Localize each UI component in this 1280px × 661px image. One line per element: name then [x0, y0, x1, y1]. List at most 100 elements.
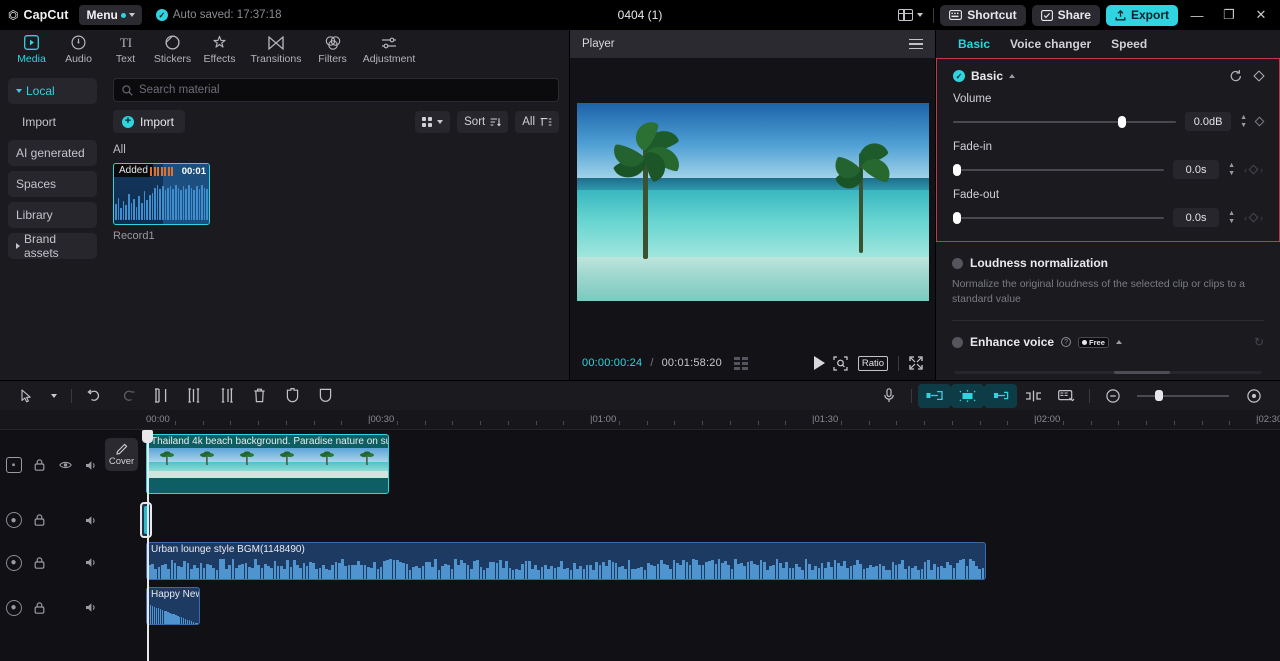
tab-text[interactable]: TI Text: [102, 30, 149, 65]
tab-basic[interactable]: Basic: [958, 37, 990, 51]
cover-button[interactable]: Cover: [105, 438, 138, 471]
track-lane[interactable]: Happy New: [105, 585, 1280, 630]
volume-value[interactable]: 0.0dB: [1185, 112, 1232, 131]
track-lane[interactable]: Cover Thailand 4k beach background. Para…: [105, 430, 1280, 500]
tab-voice-changer[interactable]: Voice changer: [1010, 37, 1091, 51]
frames-icon[interactable]: [733, 356, 748, 370]
mirror-button[interactable]: [309, 384, 342, 408]
fade-out-stepper[interactable]: ▲ ▼: [1228, 210, 1235, 225]
tab-stickers[interactable]: Stickers: [149, 30, 196, 65]
share-button[interactable]: Share: [1031, 4, 1100, 26]
chevron-up-icon[interactable]: [1115, 340, 1122, 345]
sidebar-item-import[interactable]: Import: [8, 109, 97, 135]
fade-in-stepper[interactable]: ▲ ▼: [1228, 162, 1235, 177]
sort-button[interactable]: Sort: [457, 110, 509, 133]
slider-knob[interactable]: [953, 163, 961, 176]
volume-slider[interactable]: [953, 115, 1177, 128]
player-menu-icon[interactable]: [909, 38, 923, 50]
close-button[interactable]: ✕: [1248, 2, 1274, 28]
snap-left-button[interactable]: [918, 383, 951, 408]
inspector-scrollbar[interactable]: [954, 371, 1262, 374]
fade-in-keyframe[interactable]: ‹ ›: [1244, 165, 1263, 175]
maximize-button[interactable]: ❐: [1216, 2, 1242, 28]
search-input[interactable]: Search material: [113, 78, 559, 102]
timeline-ruler[interactable]: 00:00 |00:30 |01:00 |01:30 |02:00 |02:30: [0, 410, 1280, 430]
import-button[interactable]: + Import: [113, 110, 186, 133]
timeline-zoom-slider[interactable]: [1137, 390, 1229, 402]
sidebar-item-library[interactable]: Library: [8, 202, 97, 228]
track-lane[interactable]: Urban lounge style BGM(1148490): [105, 540, 1280, 585]
zoom-out-button[interactable]: [1096, 384, 1129, 408]
media-item[interactable]: Added 00:01 Record1: [113, 163, 210, 242]
mute-icon[interactable]: [84, 457, 100, 473]
filter-button[interactable]: All: [515, 110, 559, 133]
redo-button[interactable]: [111, 384, 144, 408]
lock-icon[interactable]: [32, 600, 48, 616]
enhance-voice-toggle-checkbox[interactable]: [952, 336, 963, 348]
split-marker-button[interactable]: [1017, 384, 1050, 408]
select-dropdown[interactable]: [43, 384, 65, 408]
enhance-reset-icon[interactable]: ↻: [1254, 335, 1264, 349]
keyframe-panel-button[interactable]: [1050, 384, 1083, 408]
fullscreen-icon[interactable]: [909, 356, 923, 370]
loudness-toggle-checkbox[interactable]: [952, 257, 963, 269]
chevron-up-icon[interactable]: [1009, 74, 1016, 78]
zoom-fit-button[interactable]: [1237, 384, 1270, 408]
sidebar-item-brand-assets[interactable]: Brand assets: [8, 232, 97, 260]
tab-speed[interactable]: Speed: [1111, 37, 1147, 51]
select-tool[interactable]: [10, 384, 43, 408]
sidebar-item-local[interactable]: Local: [8, 78, 97, 104]
record-button[interactable]: [872, 384, 905, 408]
playhead[interactable]: [142, 430, 153, 661]
mute-icon[interactable]: [84, 555, 100, 571]
slider-knob[interactable]: [1118, 115, 1127, 128]
eye-icon[interactable]: [58, 457, 74, 473]
view-mode-button[interactable]: [415, 110, 451, 133]
audio-clip[interactable]: Happy New: [146, 587, 200, 625]
undo-button[interactable]: [78, 384, 111, 408]
track-lane[interactable]: [105, 500, 1280, 540]
trim-left-button[interactable]: [177, 384, 210, 408]
tab-adjustment[interactable]: Adjustment: [356, 30, 422, 65]
slider-knob[interactable]: [1155, 390, 1163, 401]
basic-toggle-checkbox[interactable]: ✓: [953, 70, 965, 82]
volume-keyframe[interactable]: [1254, 116, 1265, 127]
fade-out-keyframe[interactable]: ‹ ›: [1244, 213, 1263, 223]
video-clip[interactable]: Thailand 4k beach background. Paradise n…: [146, 434, 389, 494]
ratio-button[interactable]: Ratio: [857, 355, 889, 371]
minimize-button[interactable]: —: [1184, 2, 1210, 28]
scrollbar-thumb[interactable]: [1114, 371, 1170, 374]
sidebar-item-spaces[interactable]: Spaces: [8, 171, 97, 197]
delete-button[interactable]: [243, 384, 276, 408]
auto-snap-button[interactable]: [951, 383, 984, 408]
freeze-button[interactable]: [276, 384, 309, 408]
video-preview[interactable]: [576, 103, 929, 301]
fade-in-value[interactable]: 0.0s: [1173, 160, 1220, 179]
reset-icon[interactable]: [1229, 69, 1243, 83]
menu-button[interactable]: Menu: [78, 5, 142, 25]
mute-icon[interactable]: [84, 600, 100, 616]
tab-transitions[interactable]: Transitions: [243, 30, 309, 65]
fade-out-value[interactable]: 0.0s: [1173, 208, 1220, 227]
layout-button[interactable]: [894, 7, 927, 23]
media-thumbnail[interactable]: Added 00:01: [113, 163, 210, 225]
slider-knob[interactable]: [953, 211, 961, 224]
snap-right-button[interactable]: [984, 383, 1017, 408]
volume-stepper[interactable]: ▲ ▼: [1240, 114, 1247, 129]
help-icon[interactable]: ?: [1061, 337, 1072, 348]
sidebar-item-ai-generated[interactable]: AI generated: [8, 140, 97, 166]
lock-icon[interactable]: [32, 555, 48, 571]
tab-filters[interactable]: Filters: [309, 30, 356, 65]
fade-in-slider[interactable]: [953, 163, 1165, 176]
mute-icon[interactable]: [84, 512, 100, 528]
audio-clip[interactable]: Urban lounge style BGM(1148490): [146, 542, 986, 580]
tab-effects[interactable]: Effects: [196, 30, 243, 65]
trim-right-button[interactable]: [210, 384, 243, 408]
split-button[interactable]: [144, 384, 177, 408]
play-icon[interactable]: [813, 356, 825, 370]
playhead-handle[interactable]: [142, 430, 153, 443]
lock-icon[interactable]: [32, 457, 48, 473]
shortcut-button[interactable]: Shortcut: [940, 4, 1026, 26]
fade-out-slider[interactable]: [953, 211, 1165, 224]
lock-icon[interactable]: [32, 512, 48, 528]
